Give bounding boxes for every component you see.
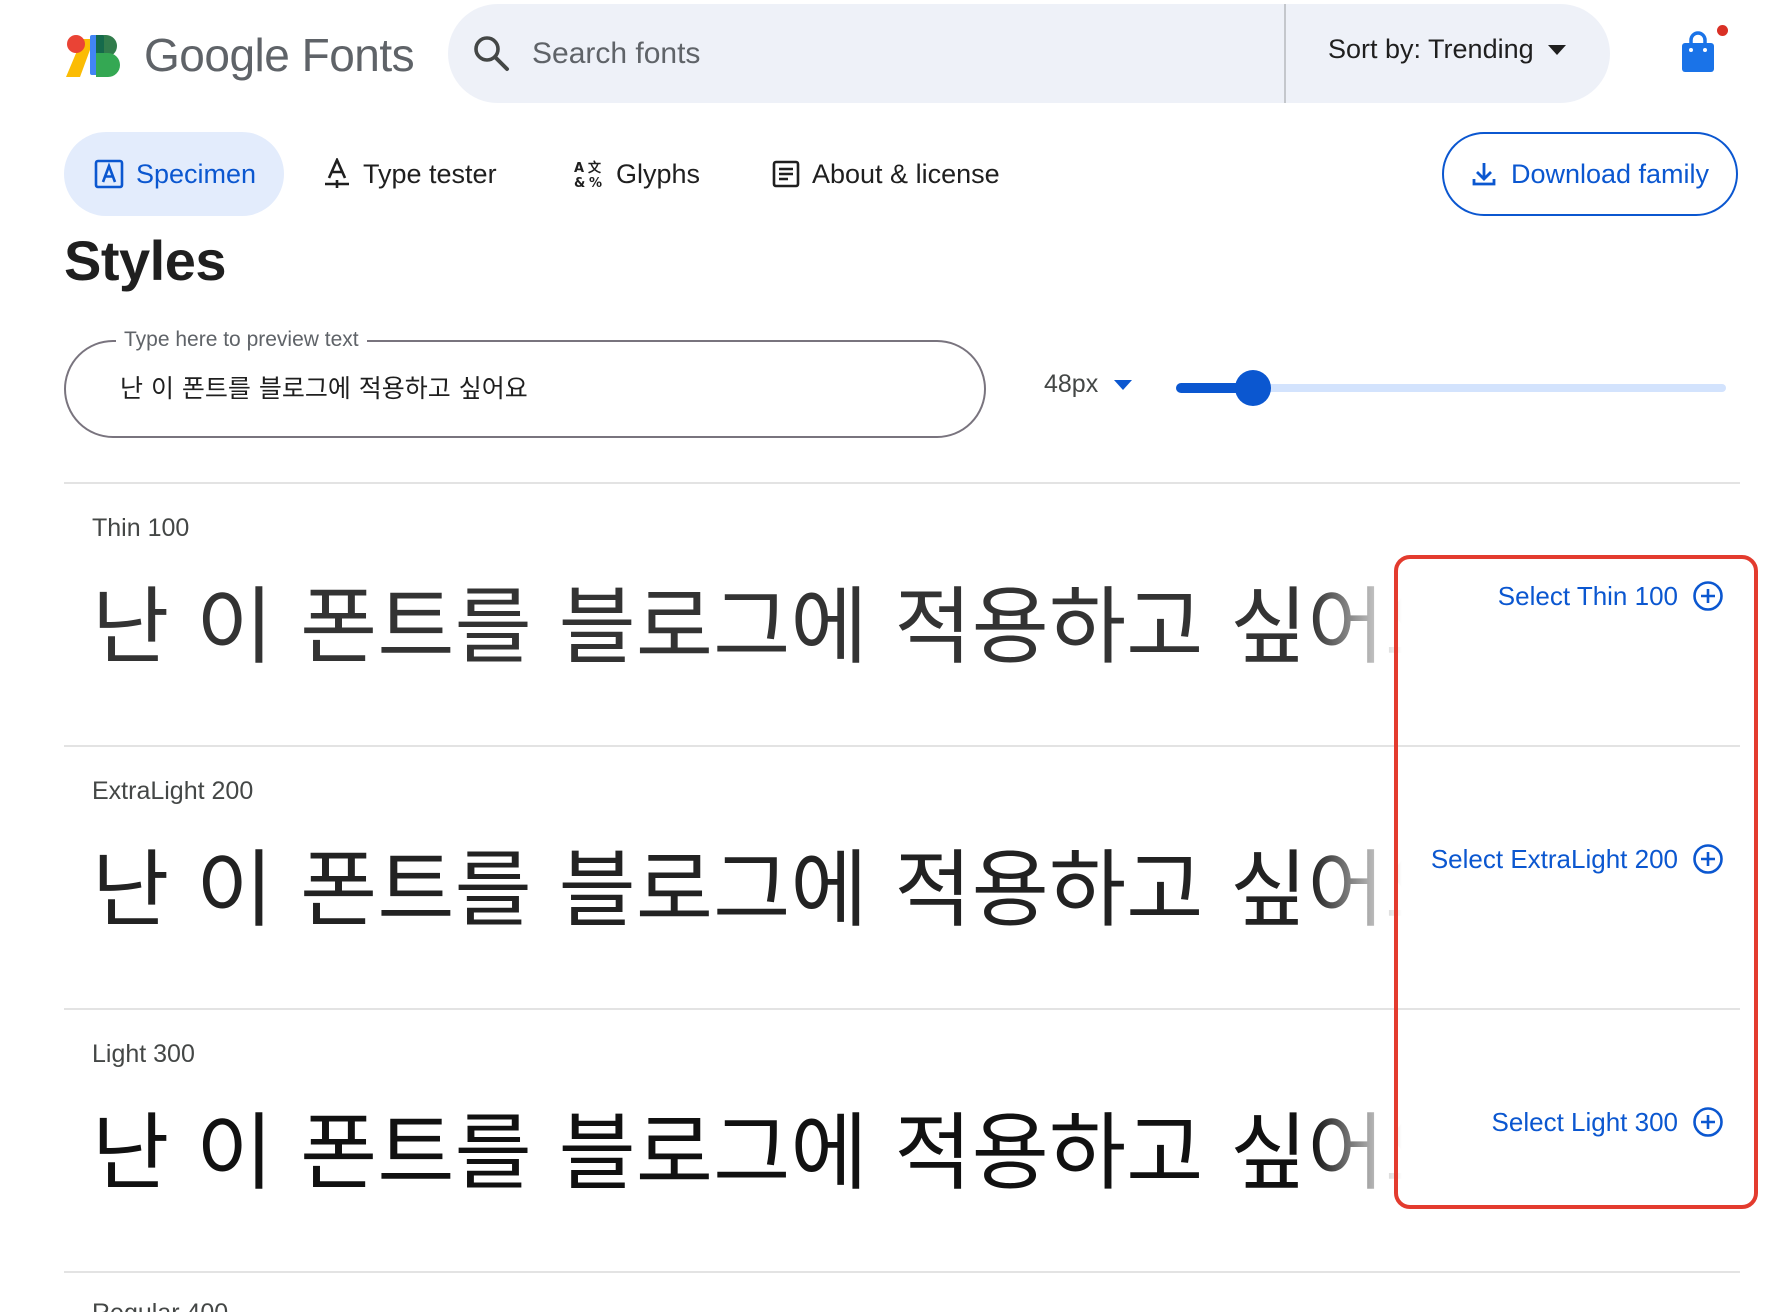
about-license-icon xyxy=(772,160,800,188)
font-size-dropdown[interactable]: 48px xyxy=(1044,370,1133,399)
search-icon[interactable] xyxy=(470,32,512,74)
google-fonts-logo-icon xyxy=(66,35,120,77)
tab-type-tester[interactable]: Type tester xyxy=(323,132,497,216)
notification-dot xyxy=(1717,25,1728,36)
specimen-icon xyxy=(94,159,124,189)
preview-text-input[interactable] xyxy=(120,364,940,410)
preview-text-field: Type here to preview text xyxy=(64,328,986,438)
download-family-button[interactable]: Download family xyxy=(1442,132,1738,216)
font-size-slider[interactable] xyxy=(1176,370,1726,406)
select-light-300-button[interactable]: Select Light 300 xyxy=(1492,1106,1724,1138)
style-row-regular-400: Regular 400 xyxy=(0,1273,1768,1312)
glyphs-icon: A 文 & % xyxy=(574,160,602,189)
search-divider xyxy=(1284,4,1286,103)
style-sample-text: 난 이 폰트를 블로그에 적용하고 싶어요 xyxy=(92,835,1402,945)
svg-text:A: A xyxy=(574,161,584,176)
add-circle-icon xyxy=(1693,844,1723,874)
tab-label: About & license xyxy=(812,158,1000,189)
styles-heading: Styles xyxy=(64,229,227,292)
google-fonts-logo[interactable]: Google Fonts xyxy=(64,28,415,82)
svg-text:%: % xyxy=(589,176,602,189)
download-icon xyxy=(1472,163,1496,186)
style-row-extralight-200: ExtraLight 200 난 이 폰트를 블로그에 적용하고 싶어요 Sel… xyxy=(0,747,1768,1009)
select-extralight-200-button[interactable]: Select ExtraLight 200 xyxy=(1431,843,1724,875)
style-row-thin-100: Thin 100 난 이 폰트를 블로그에 적용하고 싶어요 Select Th… xyxy=(0,484,1768,746)
search-input[interactable] xyxy=(532,30,1212,78)
top-bar: Google Fonts Sort by: Trending xyxy=(0,0,1768,110)
logo-text: Google Fonts xyxy=(144,29,415,81)
style-name: Light 300 xyxy=(92,1040,195,1068)
add-circle-icon xyxy=(1693,581,1723,611)
style-row-light-300: Light 300 난 이 폰트를 블로그에 적용하고 싶어요 Select L… xyxy=(0,1010,1768,1272)
sort-dropdown[interactable]: Sort by: Trending xyxy=(1328,34,1566,65)
search-bar: Sort by: Trending xyxy=(448,4,1610,103)
style-name: Thin 100 xyxy=(92,514,190,542)
select-label: Select Light 300 xyxy=(1491,1106,1678,1137)
caret-down-icon xyxy=(1547,44,1566,55)
style-name: Regular 400 xyxy=(92,1299,228,1312)
sort-label: Sort by: Trending xyxy=(1328,34,1534,64)
preview-text-label: Type here to preview text xyxy=(116,328,367,352)
tab-specimen[interactable]: Specimen xyxy=(64,132,285,216)
add-circle-icon xyxy=(1693,1107,1723,1137)
tab-glyphs[interactable]: A 文 & % Glyphs xyxy=(574,132,700,216)
font-size-value: 48px xyxy=(1044,370,1099,398)
tab-label: Type tester xyxy=(363,158,497,189)
type-tester-icon xyxy=(325,158,349,188)
slider-thumb[interactable] xyxy=(1235,370,1271,406)
select-label: Select ExtraLight 200 xyxy=(1430,843,1678,874)
download-label: Download family xyxy=(1510,158,1710,189)
style-sample-text: 난 이 폰트를 블로그에 적용하고 싶어요 xyxy=(92,572,1402,682)
caret-down-icon xyxy=(1114,379,1133,390)
tab-label: Specimen xyxy=(136,158,257,189)
tab-about-license[interactable]: About & license xyxy=(772,132,1000,216)
shopping-bag-icon[interactable] xyxy=(1680,30,1716,74)
svg-text:&: & xyxy=(574,176,585,189)
style-name: ExtraLight 200 xyxy=(92,777,254,805)
style-sample-text: 난 이 폰트를 블로그에 적용하고 싶어요 xyxy=(92,1098,1402,1208)
svg-text:文: 文 xyxy=(588,160,602,176)
tab-label: Glyphs xyxy=(616,158,701,189)
select-label: Select Thin 100 xyxy=(1497,580,1678,611)
select-thin-100-button[interactable]: Select Thin 100 xyxy=(1498,580,1724,612)
